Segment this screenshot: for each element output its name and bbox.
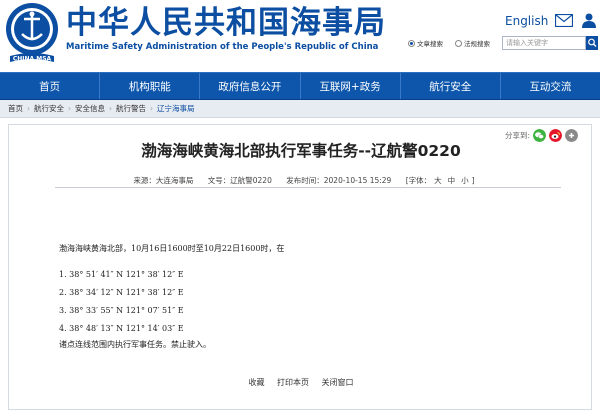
radio-icon[interactable] <box>455 39 462 47</box>
search-icon <box>588 38 597 47</box>
search-input[interactable]: 请输入关键字 <box>502 36 586 50</box>
chevron-right-icon: › <box>68 104 71 113</box>
chevron-right-icon: › <box>27 104 30 113</box>
article-publish-time: 发布时间：2020-10-15 15:29 <box>286 176 392 185</box>
user-icon[interactable] <box>581 12 597 28</box>
english-link[interactable]: English <box>505 14 548 28</box>
nav-item-internet-gov[interactable]: 互联网+政务 <box>301 73 401 99</box>
site-title-en: Maritime Safety Administration of the Pe… <box>66 42 379 52</box>
chevron-right-icon: › <box>150 104 153 113</box>
nav-item-gov-info[interactable]: 政府信息公开 <box>200 73 301 99</box>
msa-emblem-logo[interactable]: CHINA MSA <box>2 2 62 64</box>
article-doc-no: 文号：辽航警0220 <box>207 176 272 185</box>
coordinate-item: 2. 38° 34′ 12″ N 121° 38′ 12″ E <box>59 288 184 297</box>
breadcrumb-navigation-safety[interactable]: 航行安全 <box>34 103 64 114</box>
article-panel: 分享到: 渤海海峡黄海北部执行军事任务--辽航警0220 来源：大连海事局 文号… <box>8 124 592 410</box>
article-intro: 渤海海峡黄海北部，10月16日1600时至10月22日1600时，在 <box>59 244 285 253</box>
breadcrumb-nav-warning[interactable]: 航行警告 <box>116 103 146 114</box>
breadcrumb-safety-info[interactable]: 安全信息 <box>75 103 105 114</box>
nav-item-home[interactable]: 首页 <box>0 73 101 99</box>
search-scope-article[interactable]: 文章搜索 <box>408 38 443 48</box>
search-scope-law[interactable]: 法规搜索 <box>455 38 490 48</box>
coordinate-item: 1. 38° 51′ 41″ N 121° 38′ 12″ E <box>59 270 184 279</box>
divider <box>55 187 561 188</box>
nav-item-navigation-safety[interactable]: 航行安全 <box>401 73 501 99</box>
chevron-right-icon: › <box>109 104 112 113</box>
coordinate-item: 4. 38° 48′ 13″ N 121° 14′ 03″ E <box>59 324 184 333</box>
article-actions: 收藏 打印本页 关闭窗口 <box>9 377 593 388</box>
radio-icon[interactable] <box>408 39 415 47</box>
nav-item-functions[interactable]: 机构职能 <box>100 73 201 99</box>
font-size-large[interactable]: 大 <box>434 176 442 185</box>
article-closing: 诸点连线范围内执行军事任务。禁止驶入。 <box>59 340 211 349</box>
mail-icon[interactable] <box>555 14 573 27</box>
nav-item-interaction[interactable]: 互动交流 <box>501 73 600 99</box>
close-window-button[interactable]: 关闭窗口 <box>322 378 354 387</box>
font-size-label: [字体： <box>405 176 432 185</box>
site-title-cn: 中华人民共和国海事局 <box>66 5 386 41</box>
breadcrumb: 首页 › 航行安全 › 安全信息 › 航行警告 › 辽宁海事局 <box>0 100 600 118</box>
font-size-medium[interactable]: 中 <box>448 176 456 185</box>
favorite-button[interactable]: 收藏 <box>248 378 264 387</box>
font-size-close: ] <box>471 176 475 185</box>
coordinate-item: 3. 38° 33′ 55″ N 121° 07′ 51″ E <box>59 306 184 315</box>
site-header: CHINA MSA 中华人民共和国海事局 Maritime Safety Adm… <box>0 0 600 68</box>
breadcrumb-current[interactable]: 辽宁海事局 <box>157 103 195 114</box>
search-button[interactable] <box>586 36 598 50</box>
breadcrumb-home[interactable]: 首页 <box>8 103 23 114</box>
article-title: 渤海海峡黄海北部执行军事任务--辽航警0220 <box>141 142 461 160</box>
article-meta: 来源：大连海事局 文号：辽航警0220 发布时间：2020-10-15 15:2… <box>9 175 593 186</box>
main-nav: 首页 机构职能 政府信息公开 互联网+政务 航行安全 互动交流 <box>0 72 600 100</box>
font-size-small[interactable]: 小 <box>461 176 469 185</box>
print-button[interactable]: 打印本页 <box>277 378 309 387</box>
svg-text:CHINA MSA: CHINA MSA <box>13 56 52 63</box>
article-source: 来源：大连海事局 <box>133 176 194 185</box>
